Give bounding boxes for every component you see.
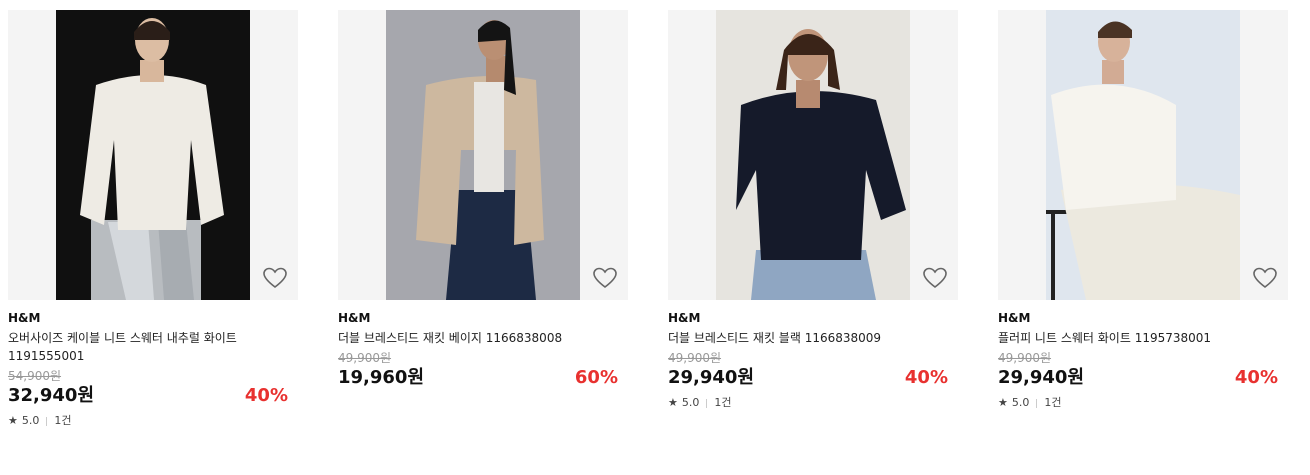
wishlist-heart-icon[interactable] — [592, 266, 618, 290]
discount-rate: 60% — [574, 367, 618, 388]
rating-value: 5.0 — [681, 396, 700, 409]
product-photo — [56, 10, 250, 300]
review-count: 1건 — [714, 396, 732, 409]
product-brand: H&M — [668, 311, 701, 325]
original-price: 49,900원 — [998, 351, 1052, 365]
product-image[interactable] — [668, 10, 958, 300]
product-name[interactable]: 플러피 니트 스웨터 화이트 1195738001 — [998, 329, 1248, 347]
product-name[interactable]: 더블 브레스티드 재킷 베이지 1166838008 — [338, 329, 588, 347]
product-photo — [1046, 10, 1240, 300]
review-count: 1건 — [54, 414, 72, 427]
discount-rate: 40% — [244, 385, 288, 406]
product-image[interactable] — [338, 10, 628, 300]
divider — [1036, 398, 1038, 408]
product-brand: H&M — [8, 311, 41, 325]
discount-rate: 40% — [1234, 367, 1278, 388]
product-name[interactable]: 더블 브레스티드 재킷 블랙 1166838009 — [668, 329, 918, 347]
discount-rate: 40% — [904, 367, 948, 388]
product-card[interactable]: H&M 더블 브레스티드 재킷 베이지 1166838008 49,900원 1… — [338, 10, 628, 392]
sale-price: 32,940원 — [8, 385, 95, 406]
review-count: 1건 — [1044, 396, 1062, 409]
product-name[interactable]: 오버사이즈 케이블 니트 스웨터 내추럴 화이트 1191555001 — [8, 329, 258, 365]
original-price: 49,900원 — [338, 351, 392, 365]
product-image[interactable] — [8, 10, 298, 300]
product-brand: H&M — [998, 311, 1031, 325]
sale-price: 29,940원 — [668, 367, 755, 388]
product-card[interactable]: H&M 더블 브레스티드 재킷 블랙 1166838009 49,900원 29… — [668, 10, 958, 410]
rating-summary: ★ 5.0 1건 — [8, 414, 298, 428]
rating-summary: ★ 5.0 1건 — [668, 396, 958, 410]
divider — [706, 398, 708, 408]
rating-value: 5.0 — [1011, 396, 1030, 409]
product-brand: H&M — [338, 311, 371, 325]
sale-price: 19,960원 — [338, 367, 425, 388]
product-photo — [386, 10, 580, 300]
wishlist-heart-icon[interactable] — [262, 266, 288, 290]
price-row: 29,940원 40% — [668, 366, 958, 392]
wishlist-heart-icon[interactable] — [1252, 266, 1278, 290]
product-card[interactable]: H&M 오버사이즈 케이블 니트 스웨터 내추럴 화이트 1191555001 … — [8, 10, 298, 428]
original-price: 49,900원 — [668, 351, 722, 365]
rating-value: 5.0 — [21, 414, 40, 427]
star-icon: ★ — [998, 396, 1008, 409]
product-photo — [716, 10, 910, 300]
product-image[interactable] — [998, 10, 1288, 300]
divider — [46, 416, 48, 426]
price-row: 32,940원 40% — [8, 384, 298, 410]
product-card[interactable]: H&M 플러피 니트 스웨터 화이트 1195738001 49,900원 29… — [998, 10, 1288, 410]
price-row: 29,940원 40% — [998, 366, 1288, 392]
star-icon: ★ — [668, 396, 678, 409]
original-price: 54,900원 — [8, 369, 62, 383]
product-grid: H&M 오버사이즈 케이블 니트 스웨터 내추럴 화이트 1191555001 … — [0, 0, 1310, 475]
wishlist-heart-icon[interactable] — [922, 266, 948, 290]
sale-price: 29,940원 — [998, 367, 1085, 388]
star-icon: ★ — [8, 414, 18, 427]
rating-summary: ★ 5.0 1건 — [998, 396, 1288, 410]
price-row: 19,960원 60% — [338, 366, 628, 392]
